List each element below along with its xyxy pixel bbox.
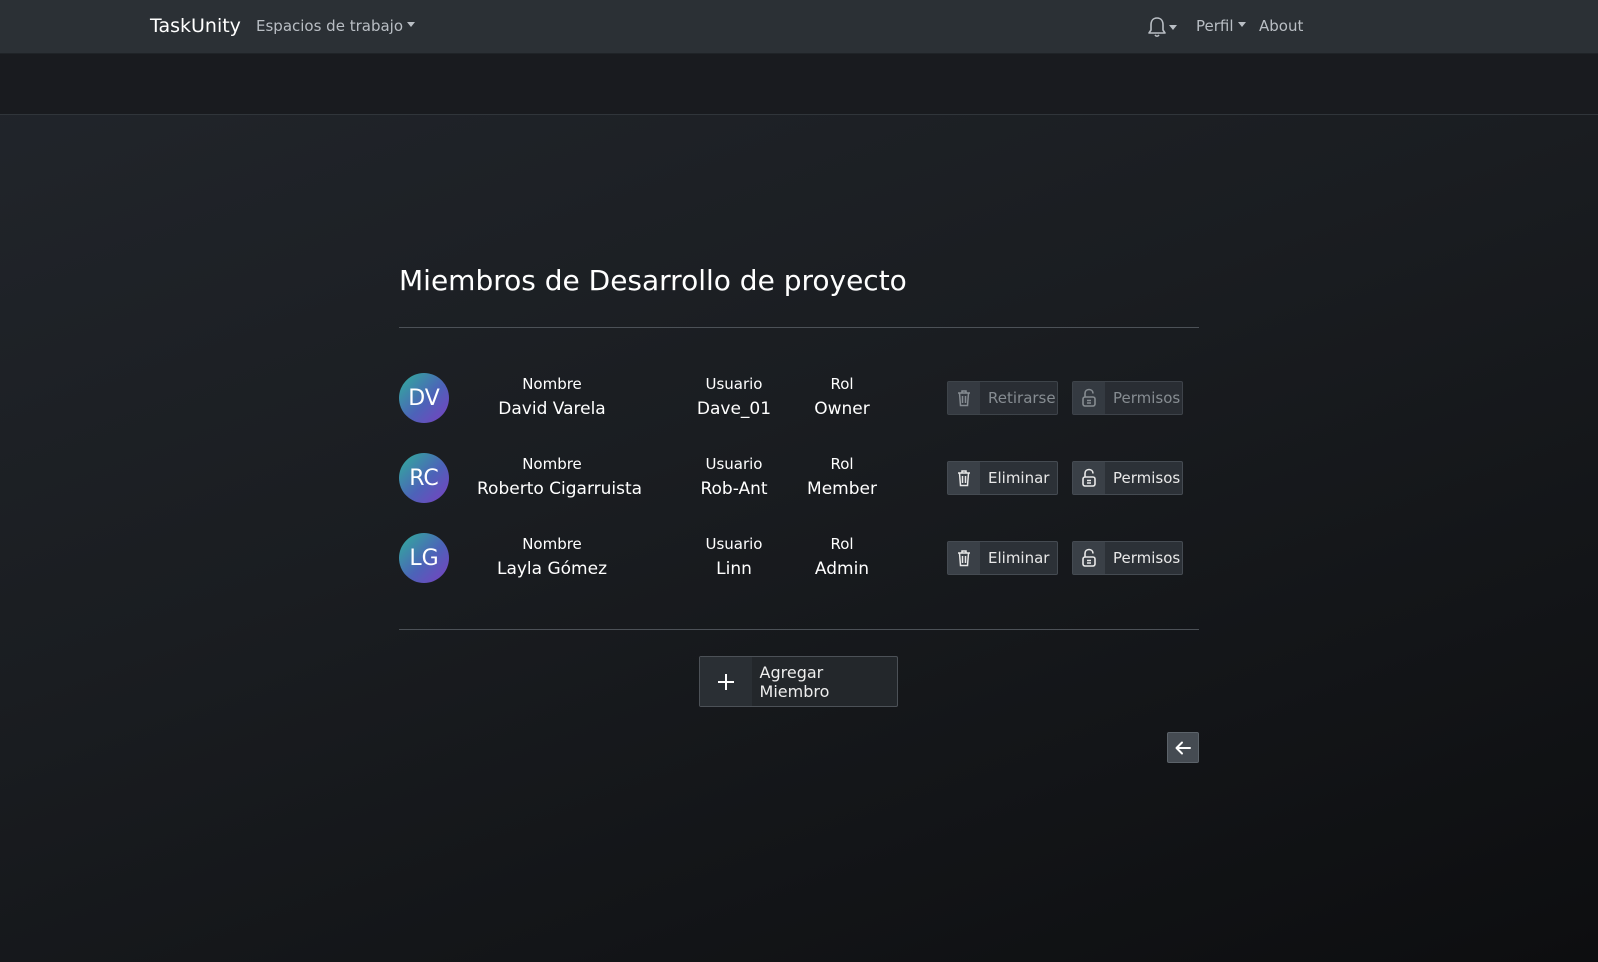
chevron-down-icon	[1169, 25, 1177, 30]
arrow-left-icon	[1175, 741, 1191, 754]
member-username: Dave_01	[696, 399, 772, 419]
remove-member-button[interactable]: Eliminar	[947, 541, 1058, 575]
avatar: LG	[399, 533, 449, 583]
trash-icon	[948, 462, 980, 494]
permissions-label: Permisos	[1113, 549, 1181, 567]
divider-top	[399, 327, 1199, 328]
remove-label: Eliminar	[988, 469, 1050, 487]
role-label: Rol	[830, 535, 854, 553]
role-cell: Rol Member	[802, 454, 882, 501]
member-name: Layla Gómez	[496, 559, 607, 579]
unlock-icon	[1073, 462, 1105, 494]
name-cell: Nombre David Varela	[477, 374, 627, 421]
brand-logo[interactable]: TaskUnity	[150, 15, 241, 37]
member-name: Roberto Cigarruista	[477, 479, 643, 499]
profile-dropdown[interactable]: Perfil	[1196, 17, 1246, 35]
unlock-icon	[1073, 382, 1105, 414]
workspaces-label: Espacios de trabajo	[256, 17, 403, 35]
role-label: Rol	[830, 455, 854, 473]
add-member-button[interactable]: Agregar Miembro	[699, 656, 898, 707]
member-role: Owner	[814, 399, 870, 419]
notifications-dropdown[interactable]	[1147, 16, 1183, 38]
permissions-label: Permisos	[1113, 389, 1181, 407]
permissions-button[interactable]: Permisos	[1072, 381, 1183, 415]
remove-member-button[interactable]: Eliminar	[947, 461, 1058, 495]
avatar: DV	[399, 373, 449, 423]
permissions-label: Permisos	[1113, 469, 1181, 487]
about-link[interactable]: About	[1259, 17, 1303, 35]
trash-icon	[948, 382, 980, 414]
header-band	[0, 54, 1598, 115]
member-row: LG Nombre Layla Gómez Usuario Linn Rol A…	[399, 532, 1199, 584]
name-cell: Nombre Layla Gómez	[477, 534, 627, 581]
member-row: RC Nombre Roberto Cigarruista Usuario Ro…	[399, 452, 1199, 504]
username-cell: Usuario Rob-Ant	[694, 454, 774, 501]
username-label: Usuario	[705, 535, 763, 553]
unlock-icon	[1073, 542, 1105, 574]
member-role: Member	[807, 479, 877, 499]
member-username: Linn	[716, 559, 752, 579]
back-button[interactable]	[1167, 732, 1199, 763]
remove-label: Eliminar	[988, 549, 1050, 567]
name-cell: Nombre Roberto Cigarruista	[477, 454, 643, 501]
member-name: David Varela	[498, 399, 606, 419]
username-cell: Usuario Linn	[694, 534, 774, 581]
trash-icon	[948, 542, 980, 574]
add-member-label: Agregar Miembro	[759, 662, 830, 701]
member-row: DV Nombre David Varela Usuario Dave_01 R…	[399, 372, 1199, 424]
member-username: Rob-Ant	[700, 479, 768, 499]
avatar: RC	[399, 453, 449, 503]
username-label: Usuario	[705, 455, 763, 473]
permissions-button[interactable]: Permisos	[1072, 541, 1183, 575]
plus-icon	[700, 657, 752, 706]
name-label: Nombre	[522, 455, 582, 473]
withdraw-button[interactable]: Retirarse	[947, 381, 1058, 415]
member-role: Admin	[814, 559, 870, 579]
page-title: Miembros de Desarrollo de proyecto	[399, 264, 907, 297]
top-navbar: TaskUnity Espacios de trabajo Perfil Abo…	[0, 0, 1598, 54]
divider-bottom	[399, 629, 1199, 630]
withdraw-label: Retirarse	[988, 389, 1056, 407]
name-label: Nombre	[522, 535, 582, 553]
role-label: Rol	[830, 375, 854, 393]
name-label: Nombre	[522, 375, 582, 393]
permissions-button[interactable]: Permisos	[1072, 461, 1183, 495]
chevron-down-icon	[1237, 22, 1246, 27]
username-cell: Usuario Dave_01	[694, 374, 774, 421]
role-cell: Rol Admin	[802, 534, 882, 581]
workspaces-dropdown[interactable]: Espacios de trabajo	[256, 17, 415, 35]
profile-label: Perfil	[1196, 17, 1234, 35]
chevron-down-icon	[407, 22, 415, 27]
role-cell: Rol Owner	[802, 374, 882, 421]
bell-icon	[1148, 17, 1166, 38]
username-label: Usuario	[705, 375, 763, 393]
